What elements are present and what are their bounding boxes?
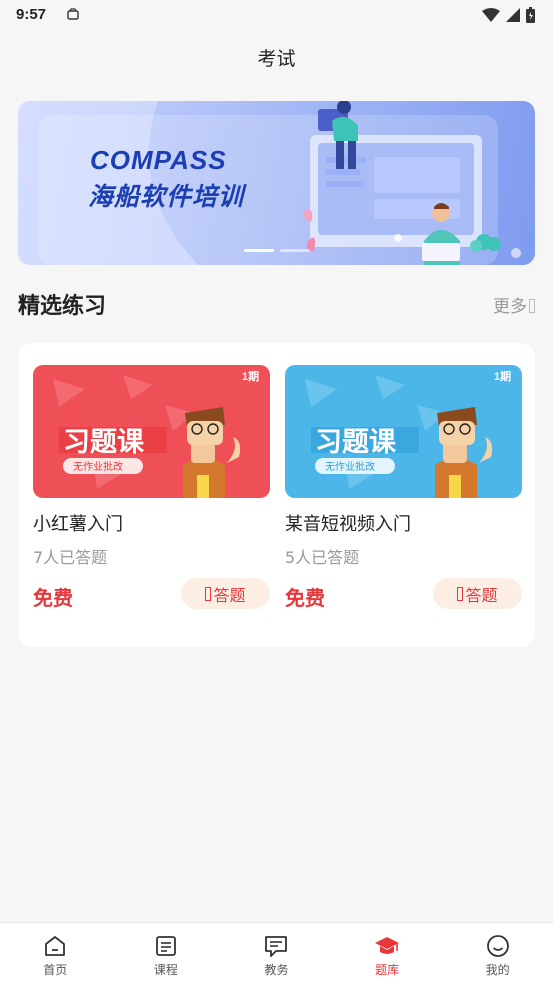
course-thumb-art: 习题课 无作业批改 1期	[33, 365, 270, 498]
tab-mine[interactable]: 我的	[442, 923, 553, 984]
course-card[interactable]: 习题课 无作业批改 1期 某音短视频入门 5人已答题 免费 答题	[285, 365, 522, 610]
banner-dot[interactable]	[280, 249, 310, 252]
course-price: 免费	[33, 586, 73, 610]
answer-button[interactable]: 答题	[181, 578, 270, 609]
more-label: 更多	[493, 297, 527, 317]
smile-icon	[486, 935, 509, 957]
status-bar: 9:57	[0, 0, 553, 32]
course-answer-count: 5人已答题	[285, 548, 360, 567]
tab-course[interactable]: 课程	[111, 923, 222, 984]
svg-text:1期: 1期	[242, 369, 259, 383]
course-name: 某音短视频入门	[285, 514, 411, 535]
battery-icon	[526, 7, 535, 23]
tab-label: 我的	[485, 963, 510, 977]
banner-dot[interactable]	[244, 249, 274, 252]
tab-label: 教务	[264, 963, 289, 977]
course-name: 小红薯入门	[33, 514, 123, 535]
page-title: 考试	[257, 47, 296, 70]
bottom-tab-bar: 首页 课程 教务 题库 我的	[0, 922, 553, 984]
answer-button-label: 答题	[213, 585, 246, 605]
banner-line-2: 海船软件培训	[88, 182, 245, 211]
course-thumb-art: 习题课 无作业批改 1期	[285, 365, 522, 498]
graduation-cap-icon	[375, 937, 400, 954]
course-footer: 免费 答题	[33, 578, 270, 610]
answer-button-icon	[205, 586, 212, 601]
tab-label: 课程	[153, 963, 178, 977]
svg-text:无作业批改: 无作业批改	[73, 460, 123, 473]
section-header: 精选练习 更多	[18, 286, 535, 320]
answer-button[interactable]: 答题	[433, 578, 522, 609]
course-thumbnail[interactable]: 习题课 无作业批改 1期	[33, 365, 270, 498]
tab-question-bank[interactable]: 题库	[332, 923, 443, 984]
status-icons	[482, 7, 535, 23]
course-price: 免费	[285, 586, 325, 610]
answer-button-icon	[457, 586, 464, 601]
course-icon	[155, 936, 176, 956]
course-card[interactable]: 习题课 无作业批改 1期 小红薯入门 7人已答题 免费 答题	[33, 365, 270, 610]
thumb-title: 习题课	[63, 427, 145, 458]
tab-label: 首页	[43, 963, 68, 977]
wifi-icon	[482, 8, 500, 22]
course-answer-count: 7人已答题	[33, 548, 108, 567]
more-link[interactable]: 更多	[493, 292, 535, 317]
tab-teaching[interactable]: 教务	[221, 923, 332, 984]
svg-text:无作业批改: 无作业批改	[325, 460, 375, 473]
chevron-right-icon	[529, 299, 535, 313]
course-footer: 免费 答题	[285, 578, 522, 610]
banner-line-1: COMPASS	[90, 145, 227, 175]
svg-text:1期: 1期	[494, 369, 511, 383]
promo-banner[interactable]: COMPASS 海船软件培训	[18, 101, 535, 265]
home-icon	[45, 936, 66, 956]
teaching-icon	[265, 936, 288, 957]
tab-home[interactable]: 首页	[0, 923, 111, 984]
banner-pagination	[244, 249, 310, 252]
answer-button-label: 答题	[465, 585, 498, 605]
app-header: 考试	[0, 32, 553, 82]
notification-icon	[67, 8, 79, 20]
tab-label: 题库	[375, 963, 400, 977]
practice-card-panel: 习题课 无作业批改 1期 小红薯入门 7人已答题 免费 答题 习题课 无作业批改…	[18, 343, 535, 647]
section-title: 精选练习	[18, 294, 107, 319]
signal-icon	[506, 8, 520, 22]
status-time: 9:57	[16, 6, 47, 23]
course-thumbnail[interactable]: 习题课 无作业批改 1期	[285, 365, 522, 498]
thumb-title: 习题课	[315, 427, 397, 458]
